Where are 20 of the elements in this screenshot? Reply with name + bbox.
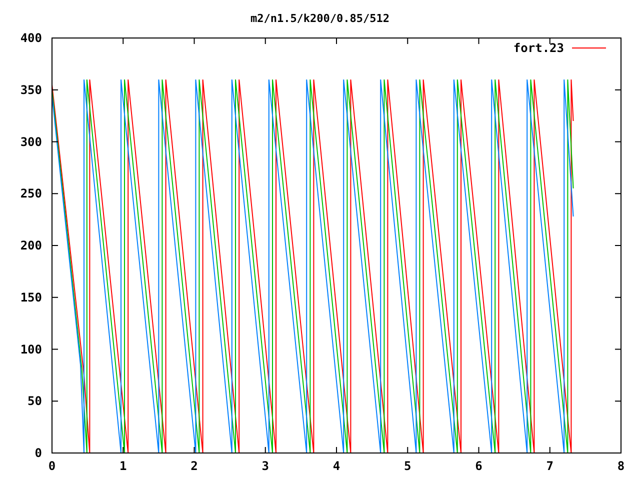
chart-title: m2/n1.5/k200/0.85/512 [250,12,390,25]
legend-label: fort.23 [513,41,564,55]
y-tick-label: 400 [20,31,42,45]
y-tick-label: 250 [20,186,42,201]
x-tick-label: 0 [48,459,56,473]
y-tick-label: 300 [20,134,42,149]
y-tick-label: 0 [34,446,42,460]
x-tick-label: 4 [332,459,340,473]
x-tick-label: 5 [404,459,412,473]
x-tick-label: 8 [617,459,625,473]
x-tick-label: 6 [475,459,482,473]
x-tick-label: 7 [546,459,554,473]
y-tick-label: 100 [20,342,42,356]
y-tick-label: 350 [20,82,42,97]
x-tick-label: 2 [190,459,198,473]
y-tick-label: 150 [20,290,42,304]
x-tick-label: 1 [120,459,127,473]
x-tick-label: 3 [262,459,269,473]
y-tick-label: 50 [28,394,42,408]
y-tick-label: 200 [20,238,42,252]
